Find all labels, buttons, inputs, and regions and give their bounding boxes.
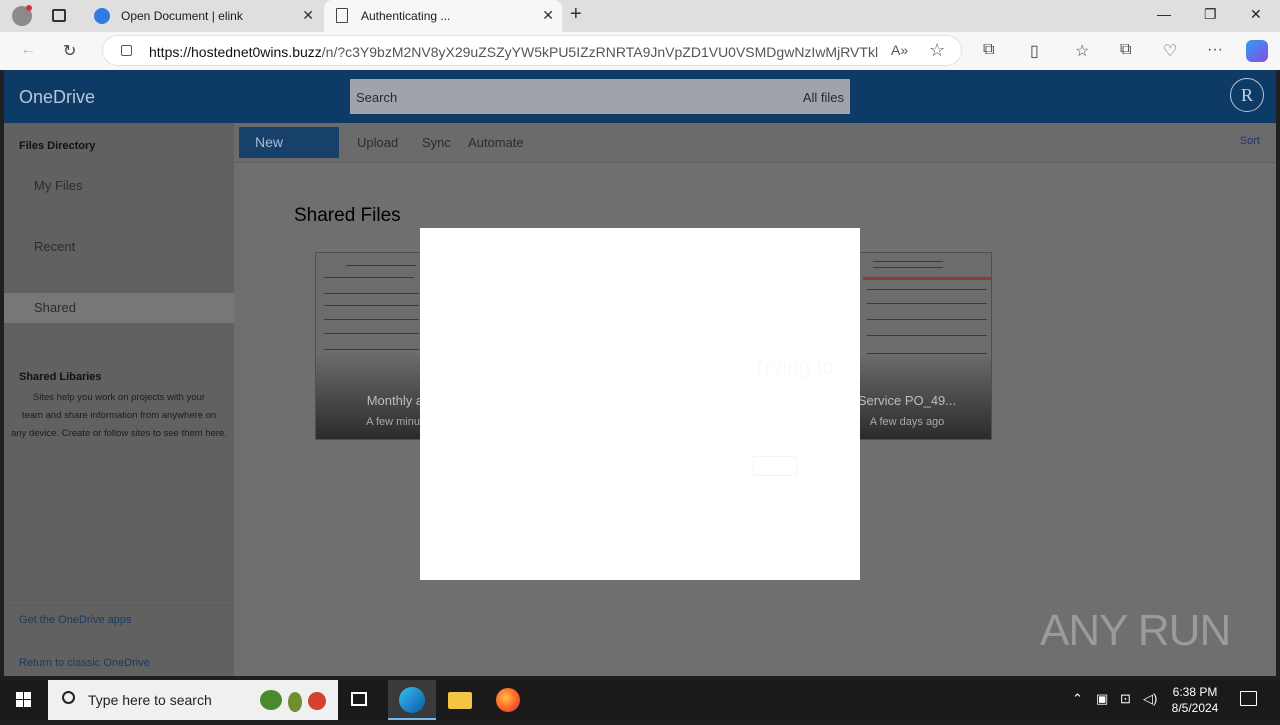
show-hidden-icons-icon[interactable]: ⌃	[1072, 691, 1083, 707]
clock-time: 6:38 PM	[1172, 685, 1218, 699]
desc-line: team and share information from anywhere…	[21, 410, 217, 421]
network-icon[interactable]: ⊡	[1120, 691, 1131, 707]
authentication-modal: Trying to	[420, 228, 860, 580]
taskbar: Type here to search ⌃ ▣ ⊡ ◁) 6:38 PM 8/5…	[0, 680, 1280, 720]
copilot-icon[interactable]	[1246, 40, 1268, 62]
restore-icon[interactable]: ❐	[1204, 6, 1217, 23]
divider	[4, 605, 234, 606]
modal-heading: Trying to	[753, 356, 834, 379]
watermark-logo: ANY RUN	[1040, 606, 1231, 655]
extensions-icon[interactable]: ⧉	[983, 41, 994, 59]
automate-button[interactable]: Automate	[468, 135, 524, 150]
collections-icon[interactable]: ⧉	[1120, 41, 1131, 59]
url-path: /n/?c3Y9bzM2NV8yX29uZSZyYW5kPU5IZzRNRTA9…	[321, 44, 879, 60]
favorites-icon[interactable]: ☆	[1075, 41, 1089, 61]
tab-title: Authenticating ...	[361, 9, 451, 23]
desc-line: any device. Create or follow sites to se…	[11, 428, 227, 439]
search-placeholder: Search	[356, 90, 398, 105]
browser-tab-bar: Open Document | elink ✕ Authenticating .…	[0, 0, 1280, 32]
new-button[interactable]: New	[239, 127, 339, 158]
tab-open-document[interactable]: Open Document | elink ✕	[84, 0, 322, 32]
minimize-icon[interactable]: —	[1157, 6, 1171, 22]
url-text: https://hostednet0wins.buzz/n/?c3Y9bzM2N…	[149, 44, 879, 60]
sort-button[interactable]: Sort	[1240, 135, 1260, 147]
close-tab-icon[interactable]: ✕	[542, 7, 554, 24]
edge-icon	[399, 687, 425, 713]
command-bar: New Upload Sync Automate Sort	[234, 123, 1276, 163]
tab-title: Open Document | elink	[121, 9, 243, 23]
shared-libraries-description: Sites help you work on projects with you…	[4, 389, 234, 443]
refresh-icon[interactable]: ↻	[63, 41, 76, 61]
desc-line: Sites help you work on projects with you…	[32, 392, 206, 403]
address-bar: ← ↻ https://hostednet0wins.buzz/n/?c3Y9b…	[0, 32, 1280, 70]
modal-button[interactable]	[753, 456, 797, 476]
close-window-icon[interactable]: ✕	[1250, 6, 1262, 23]
favorite-star-icon[interactable]: ☆	[929, 40, 945, 61]
start-button[interactable]	[0, 680, 48, 720]
sidebar-heading: Files Directory	[19, 140, 96, 152]
clock-date: 8/5/2024	[1171, 701, 1219, 715]
page-favicon-icon	[336, 8, 348, 23]
notifications-icon[interactable]	[1240, 691, 1257, 706]
sidebar-item-my-files[interactable]: My Files	[4, 171, 234, 201]
url-host: https://hostednet0wins.buzz	[149, 44, 322, 60]
shared-libraries-heading: Shared Libaries	[19, 371, 102, 383]
web-page: OneDrive Search All files R Files Direct…	[4, 70, 1276, 676]
search-scope-dropdown[interactable]: All files	[803, 90, 844, 105]
onedrive-brand[interactable]: OneDrive	[19, 87, 95, 108]
windows-logo-icon	[16, 692, 31, 707]
split-screen-icon[interactable]: ▯	[1030, 41, 1039, 61]
edge-favicon-icon	[94, 8, 110, 24]
device-icon[interactable]: ▣	[1096, 691, 1108, 707]
volume-icon[interactable]: ◁)	[1143, 691, 1157, 707]
upload-button[interactable]: Upload	[357, 135, 398, 150]
profile-icon[interactable]	[12, 5, 32, 26]
url-field[interactable]: https://hostednet0wins.buzz/n/?c3Y9bzM2N…	[102, 35, 962, 66]
taskbar-edge-active[interactable]	[388, 680, 436, 720]
avatar[interactable]: R	[1230, 78, 1264, 112]
browser-essentials-icon[interactable]: ♡	[1163, 41, 1177, 61]
search-icon	[62, 691, 75, 704]
close-tab-icon[interactable]: ✕	[302, 7, 314, 24]
sync-button[interactable]: Sync	[422, 135, 451, 150]
sidebar-item-shared[interactable]: Shared	[4, 293, 234, 323]
back-icon[interactable]: ←	[20, 41, 36, 59]
new-tab-icon[interactable]: +	[570, 3, 582, 26]
lock-icon[interactable]	[121, 45, 132, 56]
taskbar-search-input[interactable]: Type here to search	[48, 680, 338, 720]
task-view-icon[interactable]	[348, 688, 372, 712]
tab-authenticating[interactable]: Authenticating ... ✕	[324, 0, 562, 32]
get-apps-link[interactable]: Get the OneDrive apps	[19, 614, 132, 626]
sidebar: Files Directory My Files Recent Shared S…	[4, 123, 234, 676]
onedrive-header: OneDrive Search All files R	[4, 70, 1276, 123]
search-input[interactable]: Search All files	[350, 79, 850, 114]
file-explorer-icon[interactable]	[448, 688, 472, 712]
more-options-icon[interactable]: ···	[1207, 41, 1223, 59]
sidebar-item-recent[interactable]: Recent	[4, 232, 234, 262]
classic-onedrive-link[interactable]: Return to classic OneDrive	[19, 657, 150, 669]
search-highlight-icon	[260, 686, 330, 714]
page-title: Shared Files	[294, 205, 401, 226]
tab-actions-icon[interactable]	[52, 9, 66, 22]
read-aloud-icon[interactable]: A»	[891, 42, 908, 58]
firefox-icon[interactable]	[496, 688, 520, 712]
clock[interactable]: 6:38 PM 8/5/2024	[1160, 684, 1230, 716]
taskbar-search-placeholder: Type here to search	[88, 692, 212, 708]
